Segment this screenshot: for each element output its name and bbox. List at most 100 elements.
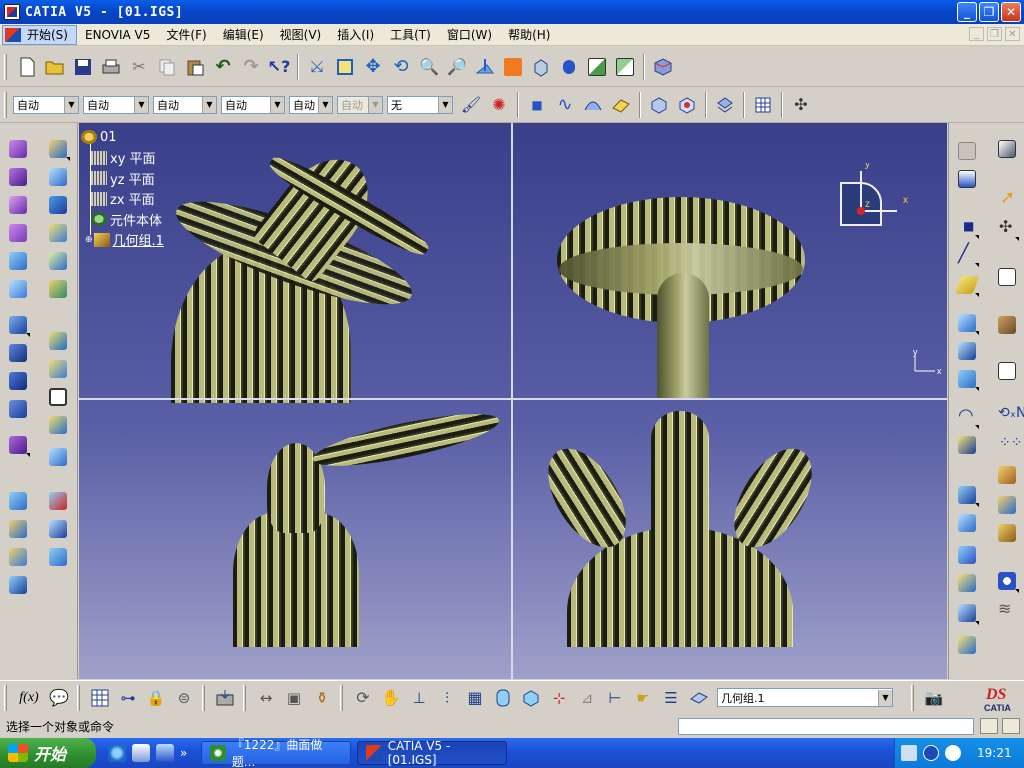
loft2-button[interactable] xyxy=(46,249,70,273)
stem-q2[interactable] xyxy=(657,273,709,399)
multi-view-button[interactable] xyxy=(501,55,525,79)
internet-explorer-icon[interactable] xyxy=(108,744,126,762)
symmetry-button[interactable] xyxy=(46,489,70,513)
near-button[interactable] xyxy=(46,357,70,381)
tree-node-part-body[interactable]: 元件本体 xyxy=(81,209,164,230)
print-button[interactable] xyxy=(99,55,123,79)
helix-button[interactable] xyxy=(955,511,979,535)
connect-checker-button[interactable] xyxy=(995,313,1019,337)
point-symbol-combo[interactable]: 自动 ▼ xyxy=(289,95,333,114)
power-input-field[interactable] xyxy=(678,717,974,735)
tree-node-xy-plane[interactable]: xy 平面 xyxy=(81,148,164,169)
body-button[interactable] xyxy=(491,686,515,710)
taskbar-item-browser[interactable]: 『1222』曲面做题... xyxy=(201,738,352,768)
plane-button[interactable] xyxy=(609,93,633,117)
doc-restore-button[interactable]: ❐ xyxy=(987,27,1002,41)
toolbar-grip[interactable] xyxy=(77,684,80,711)
layer-combo[interactable]: 无 ▼ xyxy=(387,95,453,114)
design-table-button[interactable] xyxy=(88,686,112,710)
measure-inertia-button[interactable]: ⚱ xyxy=(310,686,334,710)
fillet-button[interactable] xyxy=(6,517,30,541)
workbench-button[interactable] xyxy=(651,55,675,79)
snap-button[interactable]: ✣ xyxy=(995,217,1019,241)
view-layout-button[interactable] xyxy=(955,167,979,191)
extrude-button[interactable] xyxy=(6,137,30,161)
new-button[interactable] xyxy=(15,55,39,79)
offset-button[interactable] xyxy=(6,221,30,245)
quick-view-button[interactable] xyxy=(529,55,553,79)
tree-node-yz-plane[interactable]: yz 平面 xyxy=(81,168,164,189)
knowledge-advisor-button[interactable]: 💬 xyxy=(47,686,71,710)
undo-button[interactable]: ↶ xyxy=(211,55,235,79)
3d-viewport[interactable]: y x z y x 01 xy 平面 yz 平面 zx 平面 元件本体 ⊕ 几何… xyxy=(79,123,947,679)
compass-widget[interactable]: y x z xyxy=(835,163,915,243)
point-button[interactable]: ■ xyxy=(525,93,549,117)
rotate-feature-button[interactable] xyxy=(6,573,30,597)
expand-chevron-icon[interactable]: » xyxy=(180,746,187,760)
hide-show-button[interactable] xyxy=(585,55,609,79)
parallel-curve-button[interactable] xyxy=(955,367,979,391)
sphere-button[interactable] xyxy=(6,193,30,217)
sketch-analysis-button[interactable] xyxy=(995,265,1019,289)
highlight-button[interactable]: ☛ xyxy=(631,686,655,710)
std-view-button[interactable] xyxy=(955,139,979,163)
spline-button[interactable] xyxy=(955,483,979,507)
transformation-button[interactable]: ⟲ₓN xyxy=(995,405,1024,429)
menu-window[interactable]: 窗口(W) xyxy=(439,25,500,45)
menu-tools[interactable]: 工具(T) xyxy=(382,25,439,45)
projection-button[interactable] xyxy=(955,311,979,335)
menu-enovia[interactable]: ENOVIA V5 xyxy=(77,25,158,45)
toolbar-grip[interactable] xyxy=(911,684,914,711)
tray-chevron-icon[interactable] xyxy=(923,745,939,761)
shading-button[interactable] xyxy=(557,55,581,79)
menu-start[interactable]: 开始(S) xyxy=(2,24,77,45)
extract-button[interactable] xyxy=(6,489,30,513)
group-button[interactable] xyxy=(713,93,737,117)
measure-between-button[interactable]: ↔ xyxy=(254,686,278,710)
menu-view[interactable]: 视图(V) xyxy=(272,25,330,45)
translate-button[interactable] xyxy=(6,545,30,569)
save-button[interactable] xyxy=(71,55,95,79)
pan-button[interactable]: ✥ xyxy=(361,55,385,79)
open-button[interactable] xyxy=(43,55,67,79)
grid-button[interactable]: ▦ xyxy=(463,686,487,710)
tree-node-geometric-set[interactable]: ⊕ 几何组.1 xyxy=(81,230,164,251)
blend-button[interactable] xyxy=(6,341,30,365)
properties-button[interactable]: ✺ xyxy=(487,93,511,117)
viewport-split-vertical[interactable] xyxy=(511,123,513,679)
painter-button[interactable]: 🖌 xyxy=(459,93,483,117)
trim-button[interactable] xyxy=(6,397,30,421)
boundary-curve-button[interactable] xyxy=(955,601,979,625)
multi-section-button[interactable] xyxy=(6,313,30,337)
catalog-button[interactable] xyxy=(995,463,1019,487)
line-type-combo[interactable]: 自动 ▼ xyxy=(221,95,285,114)
fill-color-combo[interactable]: 自动 ▼ xyxy=(13,95,79,114)
plane-tool-button[interactable] xyxy=(954,273,980,297)
media-player-icon[interactable] xyxy=(132,744,150,762)
expand-icon[interactable]: ⊕ xyxy=(85,235,93,245)
scaling-button[interactable] xyxy=(46,517,70,541)
toolbar-grip[interactable] xyxy=(340,684,343,711)
tree-node-root[interactable]: 01 xyxy=(81,127,164,148)
curve-button[interactable]: ∿ xyxy=(553,93,577,117)
loft-button[interactable] xyxy=(46,221,70,245)
split-button[interactable] xyxy=(6,369,30,393)
fill-button[interactable] xyxy=(6,277,30,301)
stack-button[interactable]: ☰ xyxy=(659,686,683,710)
menu-file[interactable]: 文件(F) xyxy=(158,25,214,45)
toolbar-grip[interactable] xyxy=(4,91,7,118)
analysis2-button[interactable] xyxy=(675,93,699,117)
plane-system-button[interactable]: ⊿ xyxy=(575,686,599,710)
keyboard-icon[interactable] xyxy=(901,745,917,761)
circle-button[interactable]: ◠ xyxy=(955,405,979,429)
join-button[interactable] xyxy=(6,433,30,457)
save-catalog-button[interactable] xyxy=(213,686,237,710)
toolbar-grip[interactable] xyxy=(243,684,246,711)
catia-app-icon[interactable] xyxy=(4,4,20,20)
revolve-button[interactable] xyxy=(6,165,30,189)
work-on-support-button[interactable]: ⫶ xyxy=(435,686,459,710)
affinity-button[interactable] xyxy=(46,545,70,569)
start-button[interactable]: 开始 xyxy=(0,738,96,768)
instantiate-button[interactable] xyxy=(995,521,1019,545)
restore-button[interactable]: ❐ xyxy=(979,2,999,22)
